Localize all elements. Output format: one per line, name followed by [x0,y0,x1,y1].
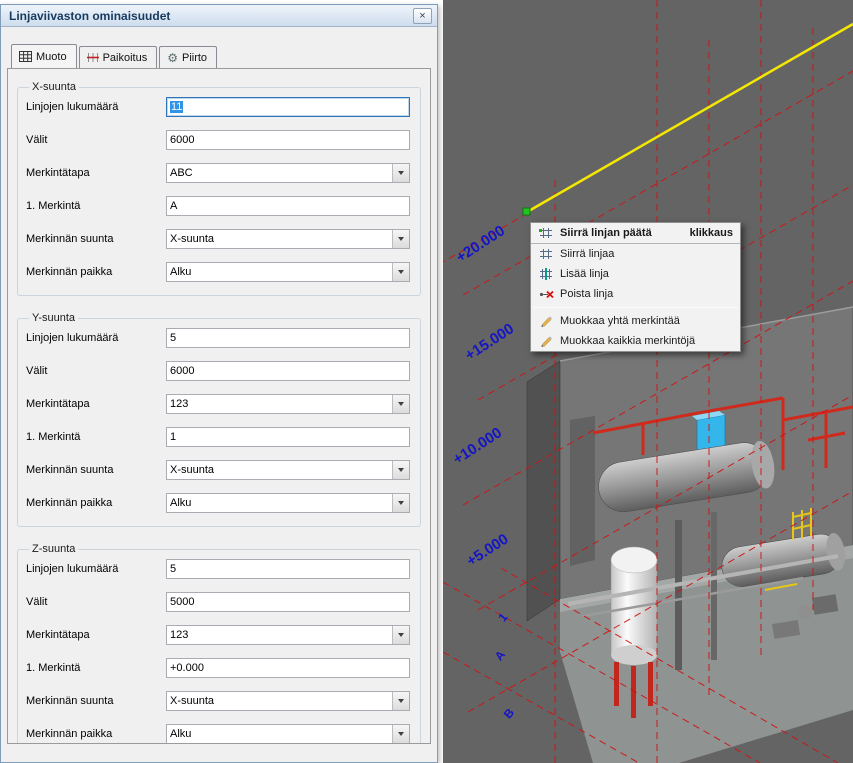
tab-page-muoto: X-suunta Linjojen lukumäärä 11 Välit 600… [7,68,431,744]
group-title: Z-suunta [29,543,78,555]
label-direction-x-combo[interactable]: X-suunta [166,229,410,249]
chevron-down-icon [392,230,409,248]
pencil-icon [538,335,554,348]
line-count-x-input[interactable]: 11 [166,97,410,117]
label-direction-y-combo[interactable]: X-suunta [166,460,410,480]
chevron-down-icon [392,395,409,413]
label-position-z-combo[interactable]: Alku [166,724,410,744]
menu-item-delete-line[interactable]: Poista linja [531,284,740,304]
tab-piirto[interactable]: ⚙ Piirto [159,46,217,68]
chevron-down-icon [392,626,409,644]
chevron-down-icon [392,692,409,710]
field-label: 1. Merkintä [26,662,166,674]
field-label: Välit [26,365,166,377]
z-direction-group: Z-suunta Linjojen lukumäärä 5 Välit 5000 [17,543,421,744]
tab-control: Muoto Paikoitus ⚙ Piirto X-suunta [7,46,431,744]
model-viewport[interactable]: +20.000 +15.000 +10.000 +5.000 1 A B Sii… [443,0,853,763]
label-position-x-combo[interactable]: Alku [166,262,410,282]
field-label: 1. Merkintä [26,431,166,443]
field-label: Merkinnän paikka [26,266,166,278]
spacing-y-input[interactable]: 6000 [166,361,410,381]
grid-properties-dialog: Linjaviivaston ominaisuudet × Muoto Paik… [0,4,438,763]
gear-icon: ⚙ [167,53,178,63]
field-label: Linjojen lukumäärä [26,332,166,344]
positioning-icon [87,52,99,63]
field-label: Merkintätapa [26,398,166,410]
dialog-title: Linjaviivaston ominaisuudet [9,9,413,23]
move-line-end-icon [538,227,554,239]
tab-label: Piirto [182,52,207,64]
chevron-down-icon [392,263,409,281]
field-label: Välit [26,596,166,608]
tab-label: Muoto [36,51,67,63]
group-title: X-suunta [29,81,79,93]
field-label: Linjojen lukumäärä [26,101,166,113]
field-label: Merkinnän suunta [26,464,166,476]
vertical-vessel[interactable] [611,547,657,718]
viewport-canvas[interactable]: +20.000 +15.000 +10.000 +5.000 1 A B [443,0,853,763]
dialog-titlebar[interactable]: Linjaviivaston ominaisuudet × [1,5,437,27]
field-label: Merkinnän paikka [26,728,166,740]
field-label: Linjojen lukumäärä [26,563,166,575]
label-position-y-combo[interactable]: Alku [166,493,410,513]
group-title: Y-suunta [29,312,78,324]
close-icon[interactable]: × [413,8,432,24]
chevron-down-icon [392,461,409,479]
plant-3d-model[interactable] [527,307,853,763]
first-label-z-input[interactable]: +0.000 [166,658,410,678]
menu-item-edit-all-labels[interactable]: Muokkaa kaikkia merkintöjä [531,331,740,351]
chevron-down-icon [392,164,409,182]
menu-item-edit-one-label[interactable]: Muokkaa yhtä merkintää [531,311,740,331]
line-count-y-input[interactable]: 5 [166,328,410,348]
menu-separator [533,307,738,308]
field-label: Merkinnän paikka [26,497,166,509]
field-label: Merkinnän suunta [26,695,166,707]
menu-item-move-line[interactable]: Siirrä linjaa [531,244,740,264]
line-end-handle[interactable] [523,208,530,215]
label-type-z-combo[interactable]: 123 [166,625,410,645]
grid-shape-icon [19,51,32,62]
app-window: Linjaviivaston ominaisuudet × Muoto Paik… [0,0,853,763]
spacing-z-input[interactable]: 5000 [166,592,410,612]
tab-paikoitus[interactable]: Paikoitus [79,46,158,68]
field-label: Merkinnän suunta [26,233,166,245]
field-label: Merkintätapa [26,167,166,179]
tab-muoto[interactable]: Muoto [11,44,77,68]
chevron-down-icon [392,494,409,512]
pencil-icon [538,315,554,328]
delete-line-icon [538,288,554,301]
first-label-y-input[interactable]: 1 [166,427,410,447]
tab-strip: Muoto Paikoitus ⚙ Piirto [7,46,431,68]
menu-header-move-line-end[interactable]: Siirrä linjan päätä klikkaus [531,223,740,244]
spacing-x-input[interactable]: 6000 [166,130,410,150]
field-label: Välit [26,134,166,146]
y-direction-group: Y-suunta Linjojen lukumäärä 5 Välit 6000 [17,312,421,527]
menu-shortcut: klikkaus [690,227,733,239]
label-direction-z-combo[interactable]: X-suunta [166,691,410,711]
field-label: 1. Merkintä [26,200,166,212]
chevron-down-icon [392,725,409,743]
tab-label: Paikoitus [103,52,148,64]
line-count-z-input[interactable]: 5 [166,559,410,579]
label-type-x-combo[interactable]: ABC [166,163,410,183]
label-type-y-combo[interactable]: 123 [166,394,410,414]
x-direction-group: X-suunta Linjojen lukumäärä 11 Välit 600… [17,81,421,296]
menu-item-add-line[interactable]: Lisää linja [531,264,740,284]
add-line-icon [538,268,554,280]
first-label-x-input[interactable]: A [166,196,410,216]
context-menu: Siirrä linjan päätä klikkaus Siirrä linj… [530,222,741,352]
move-line-icon [538,248,554,260]
field-label: Merkintätapa [26,629,166,641]
